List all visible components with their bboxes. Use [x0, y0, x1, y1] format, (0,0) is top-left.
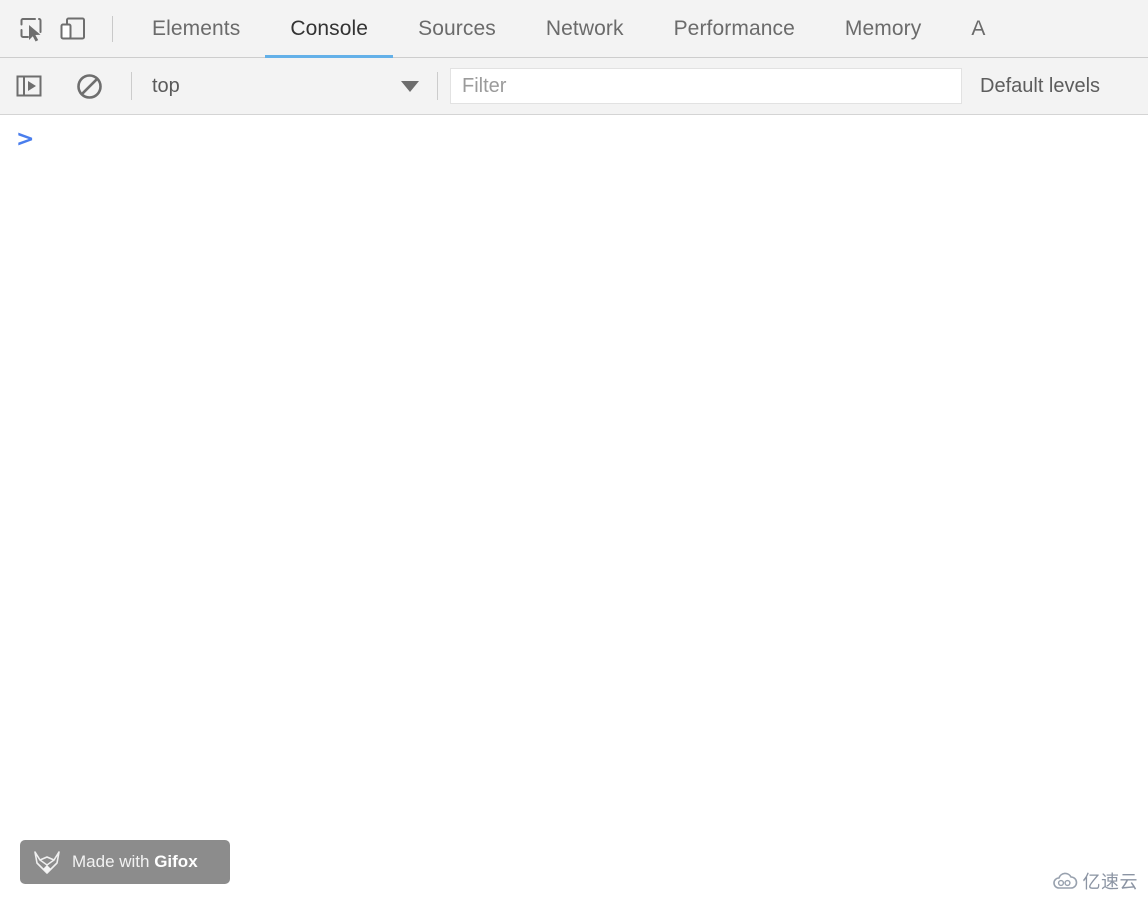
execution-context-label: top [152, 74, 180, 97]
cloud-icon [1052, 871, 1078, 891]
device-toolbar-button[interactable] [52, 9, 94, 49]
gifox-prefix-label: Made with [72, 852, 155, 871]
inspect-element-button[interactable] [10, 9, 52, 49]
tab-elements[interactable]: Elements [127, 0, 265, 58]
tab-application-label: A [971, 16, 986, 40]
console-prompt-arrow-icon: > [16, 127, 35, 152]
console-toolbar: top Filter Default levels [0, 58, 1148, 115]
clear-console-button[interactable] [69, 66, 109, 106]
tab-application[interactable]: A [946, 0, 1010, 58]
console-message-area[interactable]: > [0, 115, 1148, 904]
console-prompt-input[interactable] [34, 129, 1148, 153]
gifox-watermark-badge: Made with Gifox [20, 840, 230, 884]
console-sidebar-toggle-button[interactable] [9, 66, 49, 106]
gifox-watermark-text: Made with Gifox [72, 852, 198, 872]
toolbar-divider-2 [437, 72, 438, 100]
tab-performance-label: Performance [673, 16, 795, 40]
tab-sources[interactable]: Sources [393, 0, 521, 58]
inspect-element-icon [18, 16, 44, 42]
chevron-down-icon [401, 80, 419, 92]
tab-memory[interactable]: Memory [820, 0, 946, 58]
tab-network[interactable]: Network [521, 0, 649, 58]
log-levels-label: Default levels [980, 74, 1101, 97]
tab-console[interactable]: Console [265, 0, 393, 58]
devtools-tabbar: Elements Console Sources Network Perform… [0, 0, 1148, 58]
log-levels-selector[interactable]: Default levels [980, 75, 1100, 98]
tab-network-label: Network [545, 16, 624, 40]
console-sidebar-toggle-icon [16, 74, 42, 98]
tab-sources-label: Sources [418, 16, 496, 40]
device-toolbar-icon [59, 16, 87, 42]
devtools-tab-list: Elements Console Sources Network Perform… [127, 0, 1010, 58]
site-watermark: 亿速云 [1052, 868, 1139, 894]
gifox-brand-label: Gifox [154, 852, 198, 871]
clear-console-icon [76, 73, 103, 100]
tab-console-label: Console [290, 16, 369, 40]
console-filter-placeholder: Filter [462, 74, 507, 97]
site-watermark-text: 亿速云 [1082, 872, 1138, 893]
tabbar-divider [112, 15, 113, 42]
console-filter-input[interactable]: Filter [450, 68, 962, 104]
fox-head-icon [32, 848, 62, 876]
tab-memory-label: Memory [844, 16, 922, 40]
tab-performance[interactable]: Performance [649, 0, 820, 58]
tab-elements-label: Elements [152, 16, 241, 40]
execution-context-selector[interactable]: top [132, 67, 437, 105]
console-prompt-row[interactable]: > [0, 115, 1148, 159]
